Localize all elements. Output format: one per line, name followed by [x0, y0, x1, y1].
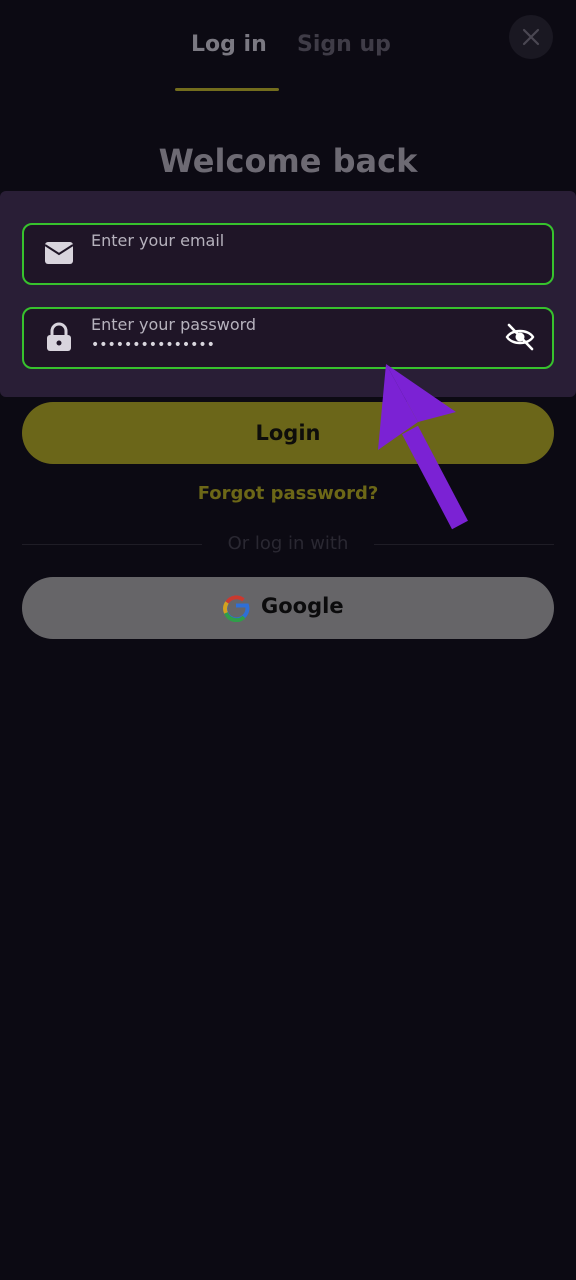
eye-off-icon	[505, 323, 535, 351]
annotation-arrow-icon	[378, 364, 468, 530]
close-icon	[522, 28, 540, 46]
tab-sign-up[interactable]: Sign up	[297, 32, 391, 57]
google-button-label: Google	[261, 594, 344, 618]
forgot-password-link[interactable]: Forgot password?	[0, 483, 576, 504]
password-visibility-toggle[interactable]	[504, 321, 536, 353]
envelope-icon	[44, 242, 74, 264]
lock-icon	[47, 322, 71, 351]
close-button[interactable]	[509, 15, 553, 59]
divider-line-right	[374, 544, 554, 545]
google-login-button[interactable]: Google	[22, 577, 554, 639]
active-tab-indicator	[175, 88, 279, 91]
email-field-label: Enter your email	[91, 231, 225, 250]
page-title: Welcome back	[158, 142, 418, 180]
auth-tabs: Log in Sign up	[0, 26, 576, 96]
password-field-label: Enter your password	[91, 315, 257, 334]
password-field-value: •••••••••••••••	[91, 337, 215, 353]
google-icon	[223, 595, 250, 622]
tab-log-in[interactable]: Log in	[191, 32, 267, 57]
email-field[interactable]: Enter your email	[22, 223, 554, 285]
